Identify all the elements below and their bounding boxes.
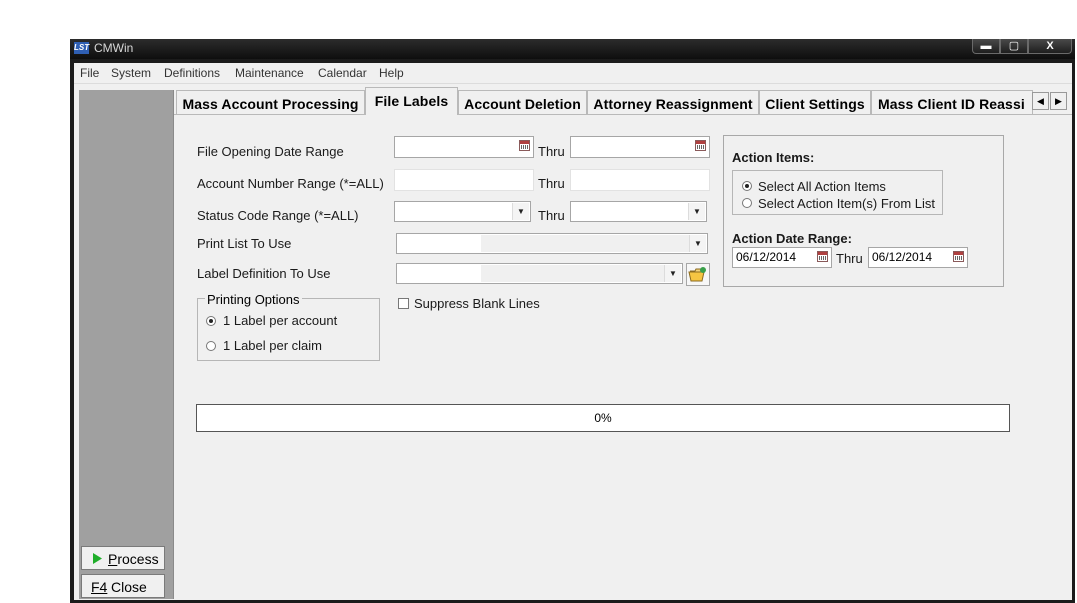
tab-mass-client-id-reassignment[interactable]: Mass Client ID Reassi [871,90,1033,114]
suppress-blank-lines-checkbox[interactable] [398,298,409,309]
calendar-icon[interactable] [519,140,530,151]
close-shortcut-key: F4 [91,579,108,595]
file-opening-date-label: File Opening Date Range [197,144,344,159]
select-all-action-items-label: Select All Action Items [758,179,886,194]
tab-file-labels[interactable]: File Labels [365,87,458,115]
label-per-claim-label: 1 Label per claim [223,338,322,353]
side-panel [79,90,174,599]
status-code-to-select[interactable]: ▼ [570,201,707,222]
tab-attorney-reassignment[interactable]: Attorney Reassignment [587,90,759,114]
status-code-range-label: Status Code Range (*=ALL) [197,208,359,223]
select-action-items-from-list-radio[interactable] [742,198,752,208]
chevron-down-icon[interactable]: ▼ [688,203,705,220]
process-button[interactable]: Process [81,546,165,570]
tab-scroll-right-icon[interactable]: ▶ [1050,92,1067,110]
action-date-from-value: 06/12/2014 [736,250,797,264]
tab-account-deletion[interactable]: Account Deletion [458,90,587,114]
calendar-icon[interactable] [695,140,706,151]
label-per-account-radio[interactable] [206,316,216,326]
status-code-thru-label: Thru [538,208,565,223]
chevron-down-icon[interactable]: ▼ [689,235,706,252]
menu-maintenance[interactable]: Maintenance [235,66,304,80]
calendar-icon[interactable] [817,251,828,262]
action-date-to-value: 06/12/2014 [872,250,933,264]
file-opening-from-date[interactable] [394,136,534,158]
menu-system[interactable]: System [111,66,151,80]
folder-open-icon [688,267,706,282]
select-action-items-from-list-label: Select Action Item(s) From List [758,196,935,211]
action-date-to[interactable]: 06/12/2014 [868,247,968,268]
title-bar[interactable]: LST CMWin ▬ ▢ X [70,39,1075,59]
account-number-from-input[interactable] [394,169,534,191]
menu-calendar[interactable]: Calendar [318,66,367,80]
menu-bar: File System Definitions Maintenance Cale… [74,63,1072,84]
minimize-button[interactable]: ▬ [972,39,1000,54]
play-icon [93,553,102,564]
menu-help[interactable]: Help [379,66,404,80]
account-number-to-input[interactable] [570,169,710,191]
label-definition-select[interactable]: ▼ [396,263,683,284]
maximize-button[interactable]: ▢ [1000,39,1028,54]
file-opening-to-date[interactable] [570,136,710,158]
label-per-claim-radio[interactable] [206,341,216,351]
progress-bar: 0% [196,404,1010,432]
tab-mass-account-processing[interactable]: Mass Account Processing [176,90,365,114]
window-title: CMWin [94,41,134,55]
close-button[interactable]: F4 Close [81,574,165,598]
open-label-definition-button[interactable] [686,263,710,286]
close-window-button[interactable]: X [1028,39,1072,54]
printing-options-legend: Printing Options [205,292,302,307]
calendar-icon[interactable] [953,251,964,262]
tab-strip: Mass Account Processing File Labels Acco… [174,87,1072,115]
action-date-range-heading: Action Date Range: [732,231,852,246]
close-button-label: Close [111,579,147,595]
account-number-thru-label: Thru [538,176,565,191]
action-items-heading: Action Items: [732,150,815,165]
suppress-blank-lines-label: Suppress Blank Lines [414,296,540,311]
chevron-down-icon[interactable]: ▼ [664,265,681,282]
menu-definitions[interactable]: Definitions [164,66,220,80]
tab-client-settings[interactable]: Client Settings [759,90,871,114]
label-definition-label: Label Definition To Use [197,266,331,281]
file-opening-thru-label: Thru [538,144,565,159]
progress-text: 0% [594,411,612,425]
menu-file[interactable]: File [80,66,99,80]
label-definition-readonly-area [481,265,664,282]
status-code-from-select[interactable]: ▼ [394,201,531,222]
action-date-from[interactable]: 06/12/2014 [732,247,832,268]
tab-scroll-left-icon[interactable]: ◀ [1032,92,1049,110]
select-all-action-items-radio[interactable] [742,181,752,191]
print-list-readonly-area [481,235,689,252]
process-button-label: Process [108,551,159,567]
action-date-thru-label: Thru [836,251,863,266]
print-list-label: Print List To Use [197,236,292,251]
chevron-down-icon[interactable]: ▼ [512,203,529,220]
account-number-range-label: Account Number Range (*=ALL) [197,176,384,191]
print-list-select[interactable]: ▼ [396,233,708,254]
app-logo-icon: LST [74,42,90,54]
label-per-account-label: 1 Label per account [223,313,338,328]
